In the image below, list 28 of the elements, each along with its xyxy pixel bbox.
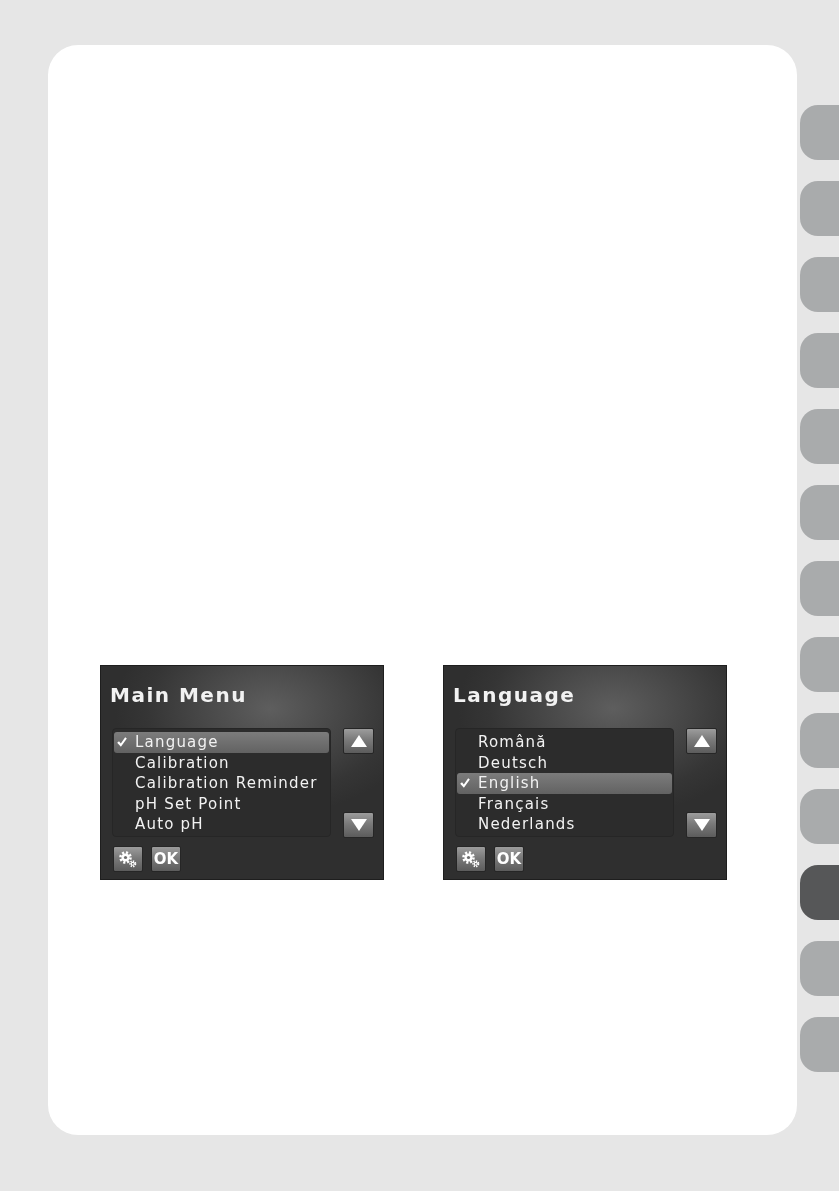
settings-icon (462, 850, 480, 868)
menu-item[interactable]: English (457, 773, 672, 794)
check-icon (460, 777, 470, 788)
screen-title: Main Menu (110, 683, 247, 707)
menu-item[interactable]: Deutsch (457, 752, 672, 773)
menu-item[interactable]: Language (114, 732, 329, 753)
menu-item[interactable]: Română (457, 732, 672, 753)
settings-button[interactable] (456, 846, 486, 872)
screen-title: Language (453, 683, 576, 707)
triangle-up-icon (693, 735, 710, 747)
menu-item[interactable]: Français (457, 793, 672, 814)
ok-button[interactable]: OK (494, 846, 524, 872)
check-icon (117, 736, 127, 747)
menu-item[interactable]: Auto pH (114, 814, 329, 835)
scroll-down-button[interactable] (686, 812, 717, 838)
triangle-down-icon (693, 819, 710, 831)
triangle-up-icon (350, 735, 367, 747)
scroll-up-button[interactable] (686, 728, 717, 754)
settings-button[interactable] (113, 846, 143, 872)
triangle-down-icon (350, 819, 367, 831)
ok-button[interactable]: OK (151, 846, 181, 872)
menu-item[interactable]: Calibration Reminder (114, 773, 329, 794)
menu-item[interactable]: Calibration (114, 752, 329, 773)
scroll-down-button[interactable] (343, 812, 374, 838)
menu-item[interactable]: pH Set Point (114, 793, 329, 814)
menu-item[interactable]: Nederlands (457, 814, 672, 835)
scroll-up-button[interactable] (343, 728, 374, 754)
settings-icon (119, 850, 137, 868)
